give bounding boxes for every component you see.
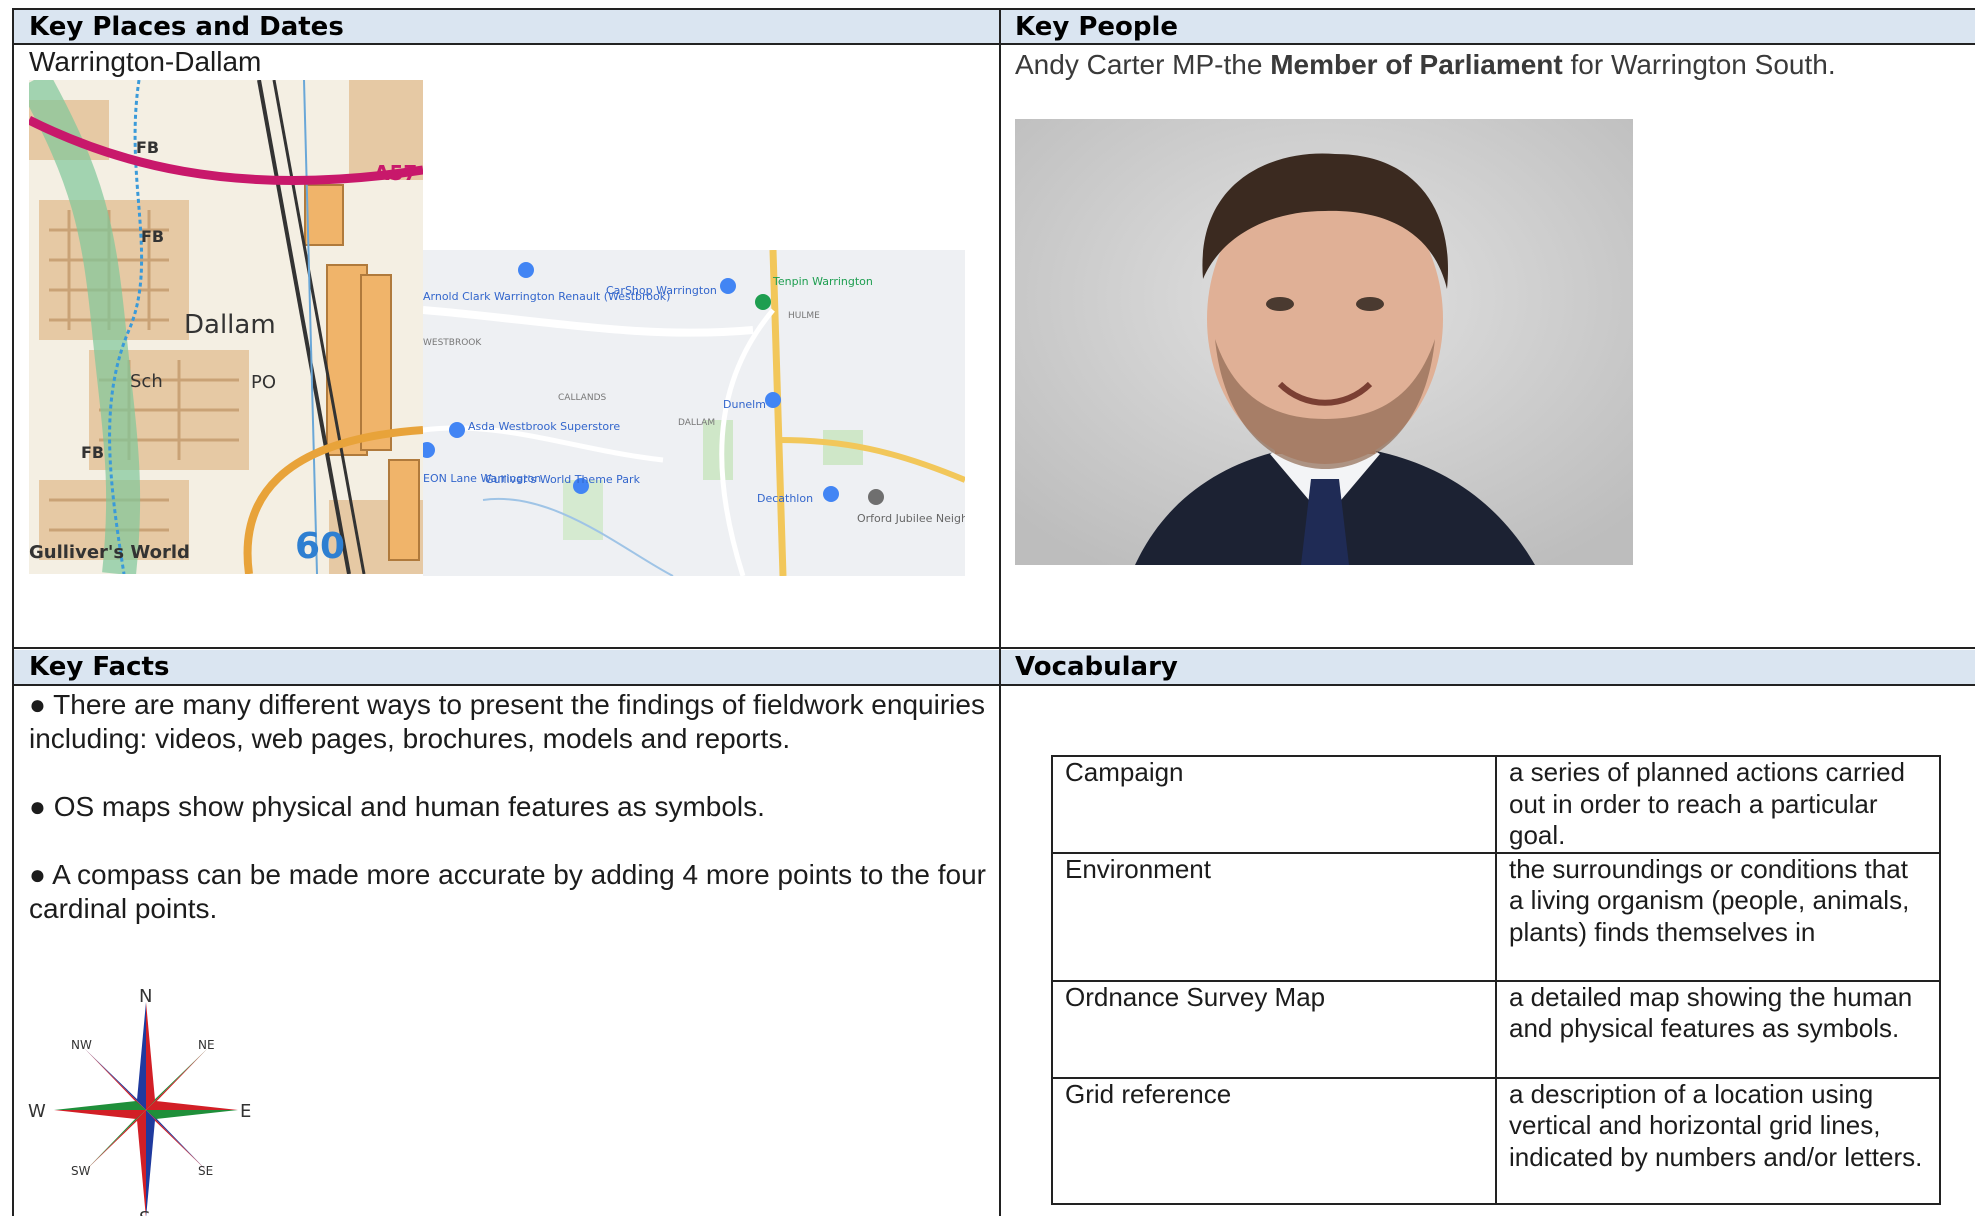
vocabulary-table: Campaign a series of planned actions car…	[1051, 755, 1941, 1205]
header-vocabulary: Vocabulary	[1015, 652, 1178, 682]
fact-item: ● OS maps show physical and human featur…	[29, 791, 765, 822]
vocab-definition: the surroundings or conditions that a li…	[1495, 851, 1941, 982]
header-band-bottom	[14, 650, 1975, 684]
map-pin-label: Dunelm	[723, 398, 766, 411]
header-key-facts: Key Facts	[29, 652, 170, 682]
table-row: Ordnance Survey Map a detailed map showi…	[1051, 979, 1941, 1079]
header-key-places: Key Places and Dates	[29, 12, 344, 42]
table-row: Campaign a series of planned actions car…	[1051, 755, 1941, 854]
vocab-term: Grid reference	[1051, 1076, 1497, 1205]
header-key-people: Key People	[1015, 12, 1179, 42]
compass-rose: N NE E SE S SW W NW	[28, 986, 268, 1221]
compass-label-nw: NW	[71, 1038, 92, 1052]
grid-line	[12, 647, 1975, 649]
fact-item: ● There are many different ways to prese…	[29, 689, 985, 754]
compass-label-n: N	[139, 988, 152, 1007]
map-pin-label: EON Lane Warrington	[423, 472, 541, 485]
map-pin-label: Decathlon	[757, 492, 813, 505]
os-label: Gulliver's World	[29, 542, 190, 563]
person-line-suffix: for Warrington South.	[1562, 49, 1836, 80]
key-person-line: Andy Carter MP-the Member of Parliament …	[1015, 48, 1836, 82]
map-area-label: HULME	[788, 311, 820, 321]
os-road-label: A57	[374, 161, 417, 185]
street-map-image: CarShop Warrington Tenpin Warrington Arn…	[423, 250, 965, 576]
os-label: FB	[136, 138, 159, 157]
compass-label-sw: SW	[71, 1164, 91, 1178]
os-map-image: FB FB FB Dallam Sch PO Gulliver's World …	[29, 80, 423, 574]
vocab-term: Environment	[1051, 851, 1497, 982]
compass-label-se: SE	[198, 1164, 213, 1178]
key-facts-list: ● There are many different ways to prese…	[29, 688, 989, 926]
table-row: Grid reference a description of a locati…	[1051, 1076, 1941, 1205]
grid-line	[12, 8, 14, 1216]
map-area-label: WESTBROOK	[423, 338, 482, 348]
vocab-definition: a series of planned actions carried out …	[1495, 755, 1941, 854]
place-name: Warrington-Dallam	[29, 46, 262, 77]
os-label: Sch	[130, 371, 163, 392]
person-line-bold: Member of Parliament	[1270, 49, 1563, 80]
vocab-term: Ordnance Survey Map	[1051, 979, 1497, 1079]
fact-item: ● A compass can be made more accurate by…	[29, 859, 987, 924]
compass-label-ne: NE	[198, 1038, 215, 1052]
person-line-prefix: Andy Carter MP-the	[1015, 49, 1271, 80]
compass-label-e: E	[240, 1101, 251, 1122]
map-area-label: DALLAM	[678, 418, 715, 428]
os-grid-number: 60	[295, 526, 345, 567]
compass-label-w: W	[28, 1101, 46, 1122]
vocab-definition: a detailed map showing the human and phy…	[1495, 979, 1941, 1079]
vocab-definition: a description of a location using vertic…	[1495, 1076, 1941, 1205]
map-pin-label: Arnold Clark Warrington Renault (Westbro…	[423, 290, 670, 303]
map-pin-label: Orford Jubilee Neighbourhood Hub	[857, 512, 965, 525]
grid-line	[999, 8, 1001, 1216]
os-label: PO	[251, 372, 276, 393]
os-label: Dallam	[184, 310, 276, 340]
compass-label-s: S	[139, 1208, 150, 1216]
map-pin-label: Tenpin Warrington	[772, 275, 873, 288]
map-pin-label: Asda Westbrook Superstore	[468, 420, 620, 433]
os-label: FB	[81, 443, 104, 462]
os-label: FB	[141, 227, 164, 246]
portrait-photo	[1015, 119, 1633, 565]
vocab-term: Campaign	[1051, 755, 1497, 854]
map-area-label: CALLANDS	[558, 393, 606, 403]
table-row: Environment the surroundings or conditio…	[1051, 851, 1941, 982]
grid-line	[12, 684, 1975, 686]
